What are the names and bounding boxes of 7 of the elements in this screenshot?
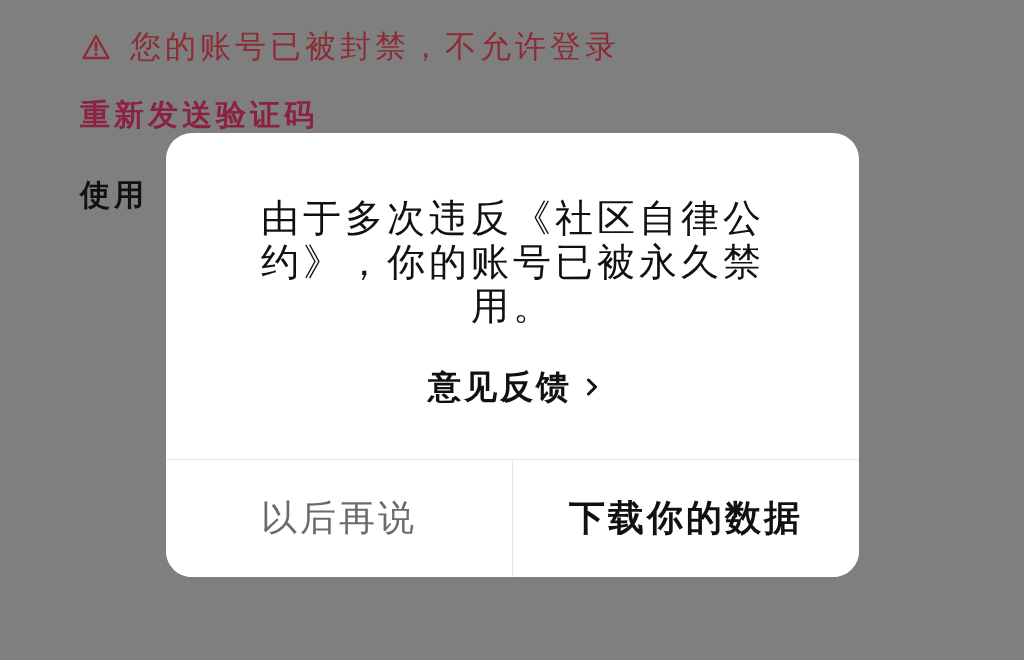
chevron-right-icon — [585, 378, 598, 396]
download-data-button[interactable]: 下载你的数据 — [512, 460, 859, 577]
feedback-link[interactable]: 意见反馈 — [427, 365, 598, 409]
warning-icon — [82, 34, 110, 60]
error-message: 您的账号已被封禁，不允许登录 — [130, 27, 620, 66]
login-option-link[interactable]: 使用 — [80, 174, 148, 216]
dialog-message: 由于多次违反《社区自律公约》，你的账号已被永久禁用。 — [259, 196, 766, 328]
